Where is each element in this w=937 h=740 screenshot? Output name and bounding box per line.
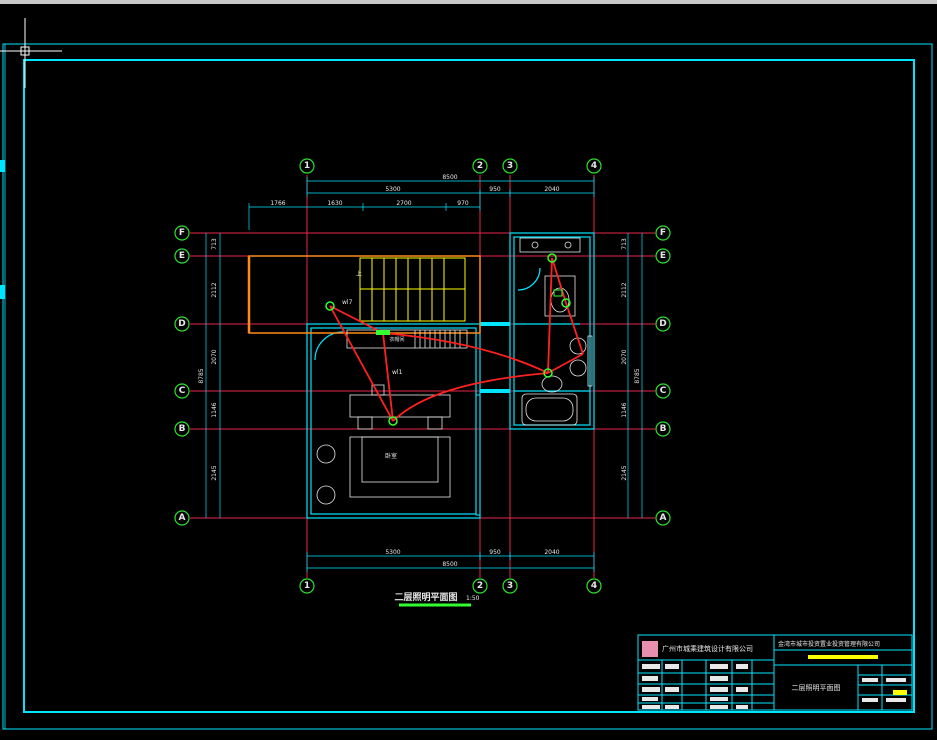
switch-box-icon bbox=[553, 289, 563, 297]
svg-text:F: F bbox=[179, 228, 185, 238]
dim-right-seg: 713 bbox=[621, 238, 628, 250]
axis-bubble-row-e-right: E bbox=[655, 248, 671, 264]
dim-bottom-seg: 2040 bbox=[544, 549, 559, 556]
axis-bubble-row-a-left: A bbox=[174, 510, 190, 526]
dim-bottom-seg: 950 bbox=[489, 549, 501, 556]
drawing-title: 二层照明平面图 bbox=[394, 592, 457, 603]
axis-bubble-col-1-bottom: 1 bbox=[299, 578, 315, 594]
light-fixtures bbox=[325, 253, 571, 426]
outer-frame bbox=[2, 43, 933, 730]
dim-top-detail: 970 bbox=[457, 200, 469, 207]
svg-text:F: F bbox=[660, 228, 666, 238]
company-name: 广州市城乘建筑设计有限公司 bbox=[662, 644, 753, 653]
svg-text:3: 3 bbox=[507, 161, 513, 171]
dim-left-total: 8785 bbox=[198, 368, 205, 383]
dim-top-detail: 1766 bbox=[270, 200, 285, 207]
axis-bubble-row-b-right: B bbox=[655, 421, 671, 437]
axis-bubble-row-f-right: F bbox=[655, 225, 671, 241]
drawing-number-bar bbox=[893, 690, 907, 695]
axis-bubble-row-b-left: B bbox=[174, 421, 190, 437]
dim-right-seg: 2112 bbox=[621, 282, 628, 297]
dim-left-seg: 2112 bbox=[211, 282, 218, 297]
axis-bubble-col-2-top: 2 bbox=[472, 158, 488, 174]
svg-text:4: 4 bbox=[591, 161, 597, 171]
axis-bubble-col-4-top: 4 bbox=[586, 158, 602, 174]
dim-left-seg: 2145 bbox=[211, 465, 218, 480]
dimension-lines bbox=[205, 177, 643, 572]
svg-text:1: 1 bbox=[304, 581, 310, 591]
svg-text:E: E bbox=[660, 251, 666, 261]
client-name: 金湾市城市投资置业投资管理有限公司 bbox=[778, 640, 880, 648]
svg-text:A: A bbox=[179, 513, 186, 523]
room-label-closet: 衣帽间 bbox=[389, 336, 404, 343]
dim-left-seg: 2070 bbox=[211, 349, 218, 364]
staircase bbox=[359, 257, 466, 322]
viewport-top-bar bbox=[0, 0, 937, 4]
svg-text:A: A bbox=[660, 513, 667, 523]
stair-up-label: 上 bbox=[356, 270, 362, 278]
wall-segment bbox=[480, 389, 510, 393]
switch-box-icon bbox=[376, 330, 390, 335]
svg-text:1: 1 bbox=[304, 161, 310, 171]
axis-bubble-col-1-top: 1 bbox=[299, 158, 315, 174]
dim-top-seg: 950 bbox=[489, 186, 501, 193]
axis-bubble-col-4-bottom: 4 bbox=[586, 578, 602, 594]
project-name-bar bbox=[808, 655, 878, 659]
binding-mark bbox=[0, 285, 5, 299]
dim-top-seg: 5300 bbox=[385, 186, 400, 193]
dim-left-seg: 1146 bbox=[211, 402, 218, 417]
crosshair-cursor-icon bbox=[0, 18, 62, 88]
dim-bottom-total: 8500 bbox=[442, 561, 457, 568]
svg-text:2: 2 bbox=[477, 581, 483, 591]
dim-top-detail: 1630 bbox=[327, 200, 342, 207]
svg-text:2: 2 bbox=[477, 161, 483, 171]
dim-right-seg: 2145 bbox=[621, 465, 628, 480]
axis-bubble-col-2-bottom: 2 bbox=[472, 578, 488, 594]
drawing-scale: 1:50 bbox=[466, 595, 480, 602]
dim-top-detail: 2700 bbox=[396, 200, 411, 207]
svg-text:E: E bbox=[179, 251, 185, 261]
svg-text:4: 4 bbox=[591, 581, 597, 591]
switch-label-wl7: wl7 bbox=[342, 299, 353, 306]
axis-bubble-row-c-left: C bbox=[174, 383, 190, 399]
axis-bubble-row-e-left: E bbox=[174, 248, 190, 264]
svg-text:D: D bbox=[178, 319, 185, 329]
axis-bubble-row-c-right: C bbox=[655, 383, 671, 399]
cad-drawing-canvas[interactable]: 1 2 3 4 1 2 3 4 F E D C B A F E D C B A … bbox=[0, 0, 937, 740]
dim-top-total: 8500 bbox=[442, 174, 457, 181]
dim-right-seg: 2070 bbox=[621, 349, 628, 364]
wall-segment bbox=[475, 394, 481, 516]
svg-text:C: C bbox=[179, 386, 186, 396]
room-label-bedroom: 卧室 bbox=[385, 452, 397, 460]
dim-right-seg: 1146 bbox=[621, 402, 628, 417]
axis-bubble-col-3-bottom: 3 bbox=[502, 578, 518, 594]
axis-bubble-col-3-top: 3 bbox=[502, 158, 518, 174]
title-block-drawing-name: 二层照明平面图 bbox=[792, 684, 841, 692]
dim-right-total: 8785 bbox=[634, 368, 641, 383]
axis-bubble-row-f-left: F bbox=[174, 225, 190, 241]
axis-bubble-row-a-right: A bbox=[655, 510, 671, 526]
svg-text:B: B bbox=[179, 424, 186, 434]
binding-mark bbox=[0, 160, 5, 172]
svg-text:B: B bbox=[660, 424, 667, 434]
dim-left-seg: 713 bbox=[211, 238, 218, 250]
svg-text:C: C bbox=[660, 386, 667, 396]
dim-bottom-seg: 5300 bbox=[385, 549, 400, 556]
wall-segment bbox=[480, 322, 510, 326]
axis-bubble-row-d-left: D bbox=[174, 316, 190, 332]
switch-label-wl1: wl1 bbox=[392, 369, 403, 376]
company-logo-icon bbox=[642, 641, 658, 657]
axis-bubble-row-d-right: D bbox=[655, 316, 671, 332]
dim-top-seg: 2040 bbox=[544, 186, 559, 193]
svg-text:D: D bbox=[659, 319, 666, 329]
svg-text:3: 3 bbox=[507, 581, 513, 591]
